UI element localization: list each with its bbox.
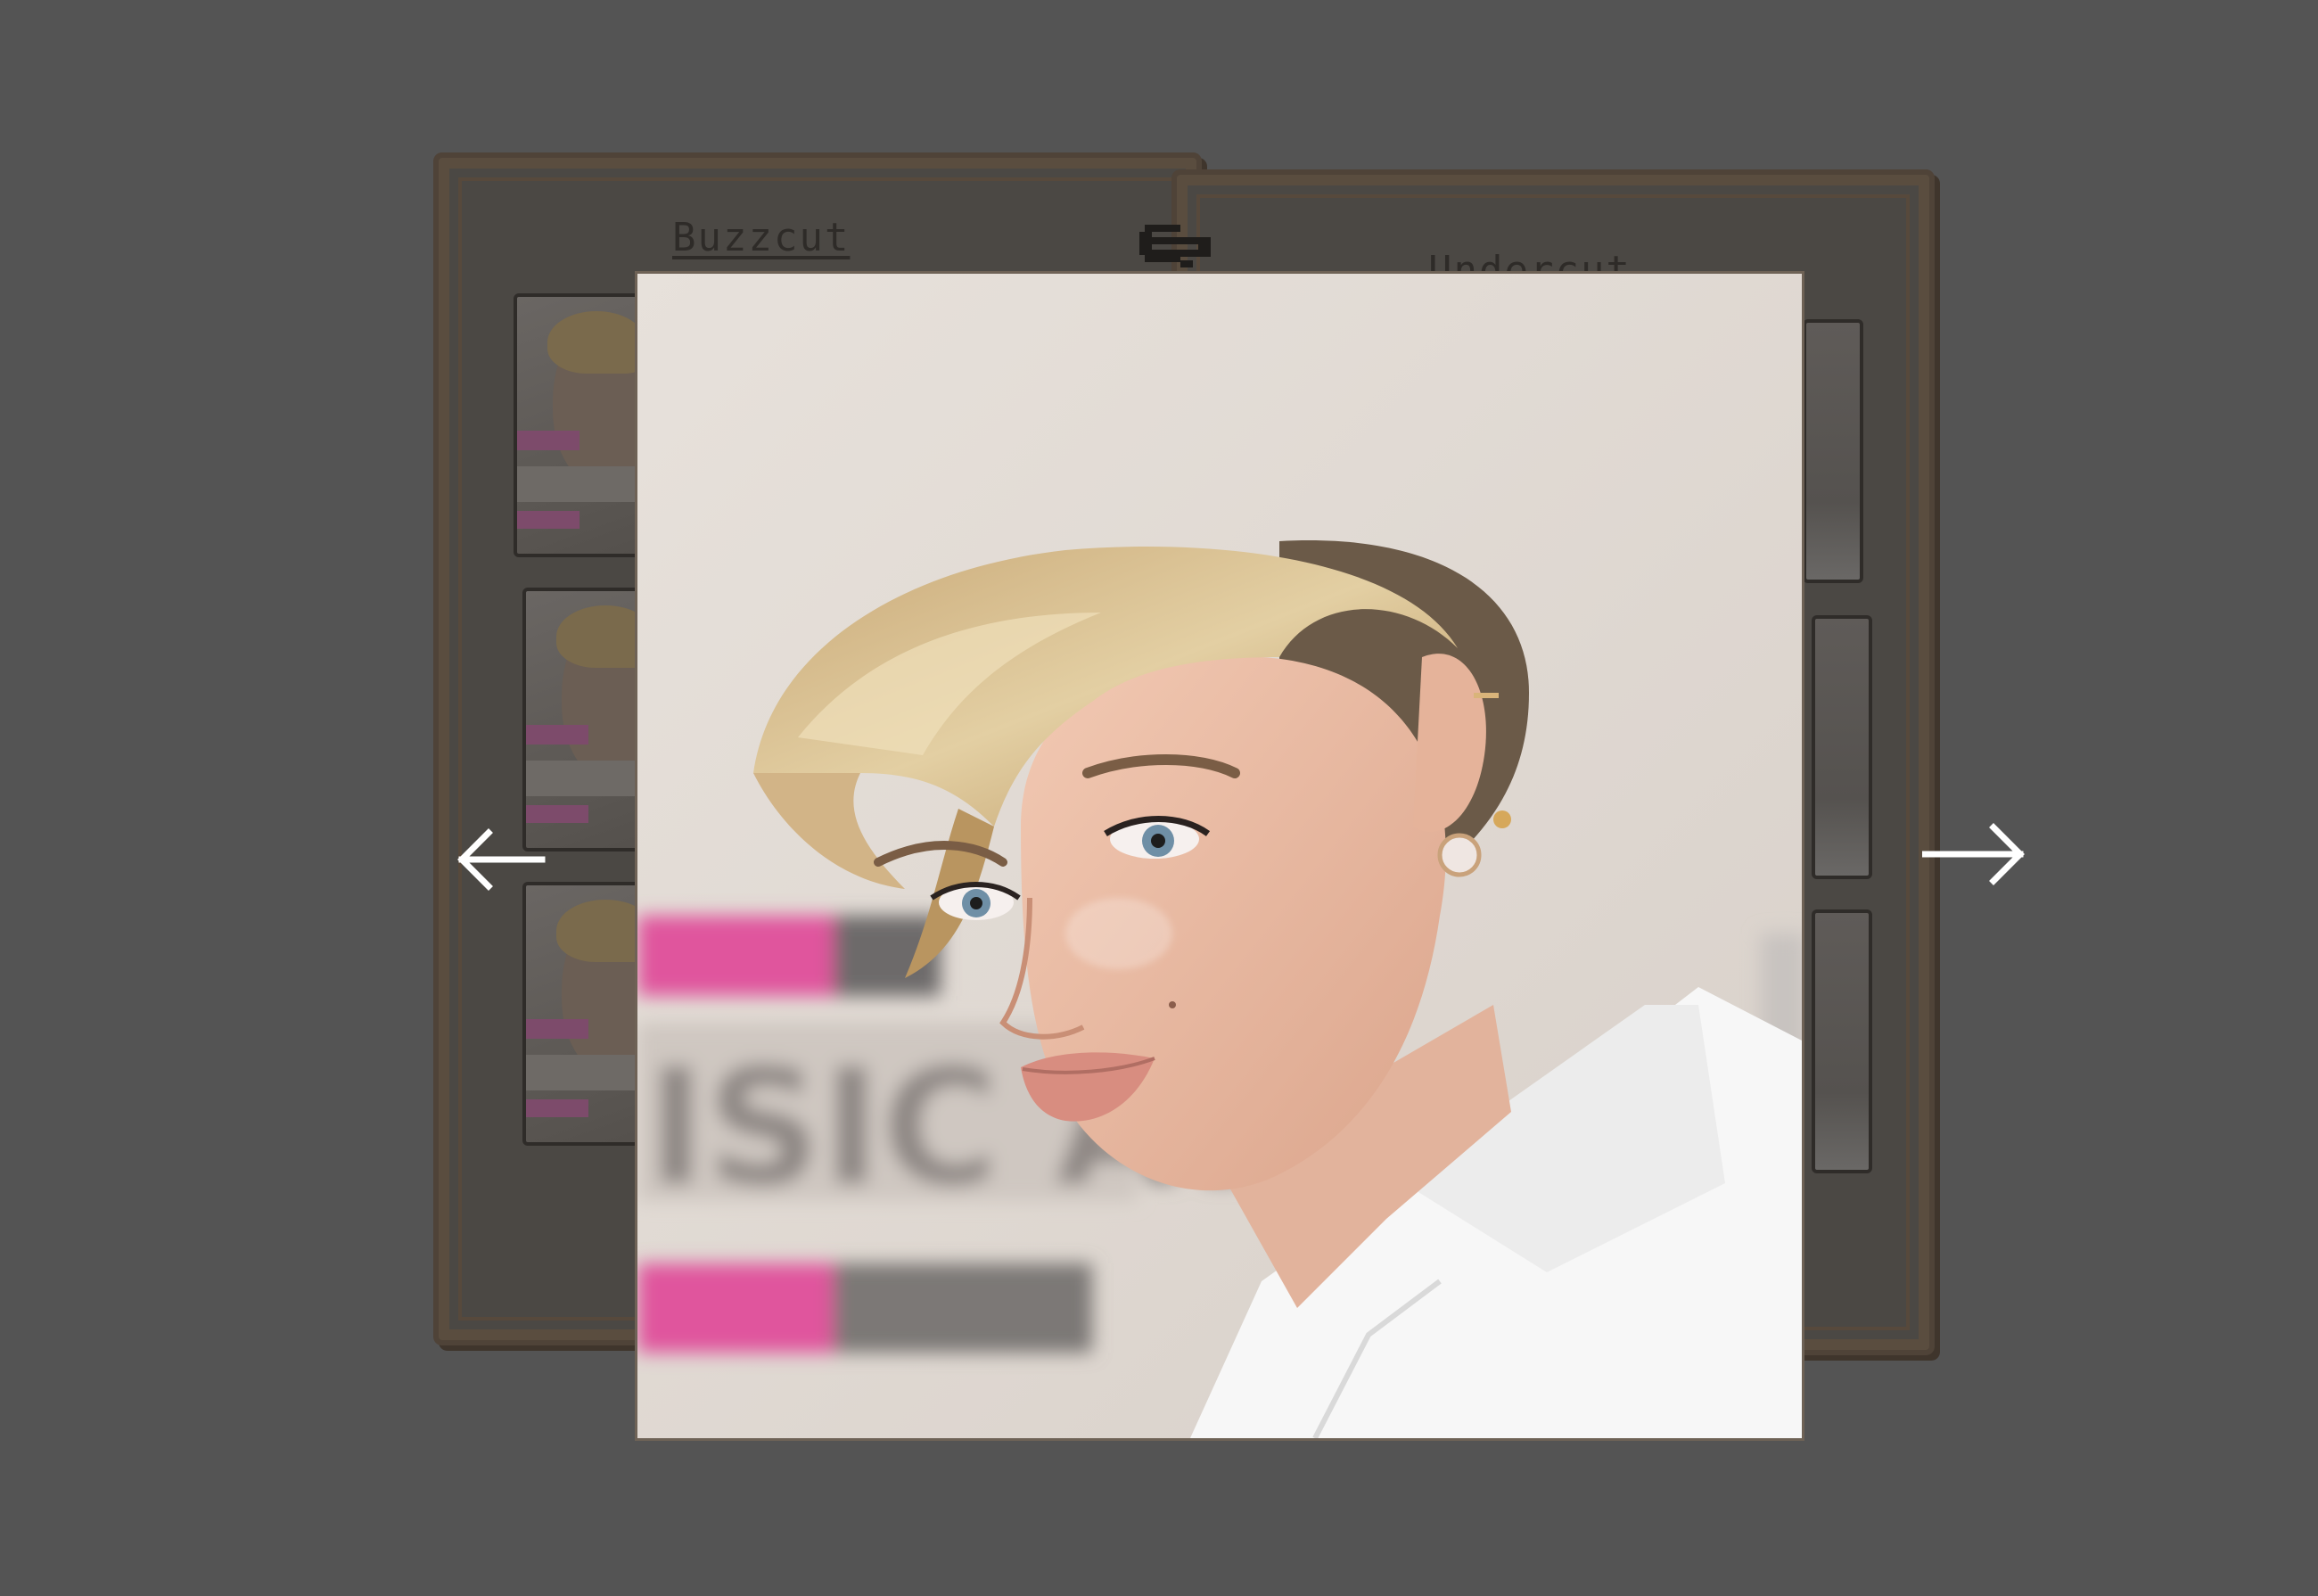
undercut-thumbnail-1[interactable] (1803, 319, 1863, 583)
undercut-thumbnail-3[interactable] (1812, 909, 1872, 1173)
scissors-icon (1139, 225, 1211, 267)
arrow-right-icon[interactable] (1922, 819, 2029, 890)
undercut-thumbnail-2[interactable] (1812, 615, 1872, 879)
arrow-left-icon[interactable] (453, 824, 560, 895)
portrait-image: ISIC AW (637, 274, 1802, 1438)
lightbox-photo[interactable]: ISIC AW (635, 271, 1804, 1441)
buzzcut-title[interactable]: Buzzcut (672, 215, 850, 260)
